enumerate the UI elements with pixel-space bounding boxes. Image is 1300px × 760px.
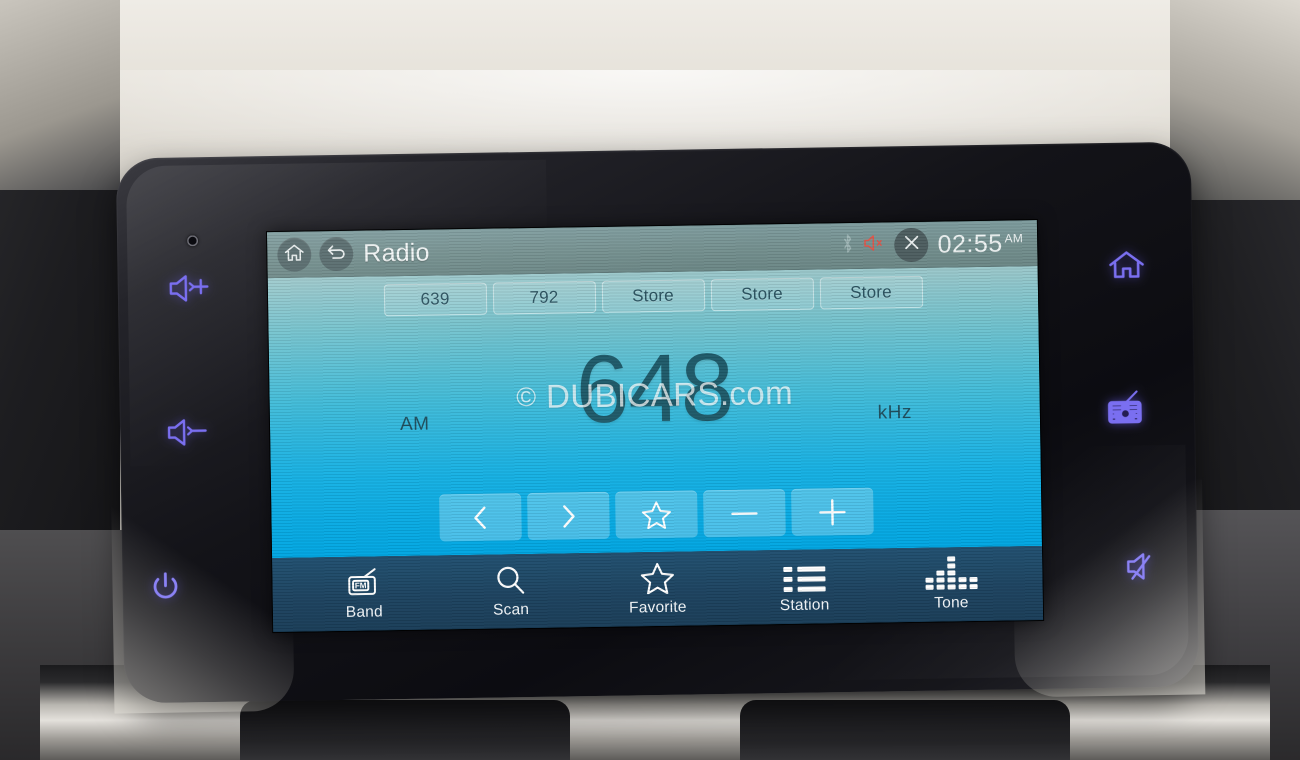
home-icon: [283, 242, 305, 267]
seek-next-button[interactable]: [527, 491, 610, 541]
home-icon: [1106, 247, 1147, 282]
power-icon: [148, 569, 183, 604]
nav-item-band[interactable]: FM Band: [306, 565, 422, 622]
preset-button[interactable]: Store: [601, 279, 705, 313]
search-icon: [494, 564, 526, 596]
band-label: AM: [399, 413, 430, 436]
preset-button-row: 639 792 Store Store Store: [268, 274, 1038, 318]
hardware-volume-up-button[interactable]: [157, 265, 228, 312]
ambient-light-sensor: [187, 235, 199, 247]
nav-item-station[interactable]: Station: [746, 558, 862, 615]
bluetooth-icon: [841, 233, 854, 259]
lcd-screen[interactable]: Radio 02:55 AM 639 792 Store Store Store…: [266, 220, 1044, 633]
star-icon: [640, 561, 674, 594]
nav-item-tone[interactable]: Tone: [893, 556, 1009, 613]
speaker-mute-icon: [1123, 550, 1166, 585]
frequency-display: 648 AM kHz: [269, 328, 1041, 450]
close-x-icon: [902, 233, 921, 257]
tune-down-button[interactable]: [703, 489, 786, 538]
seek-previous-button[interactable]: [439, 493, 522, 542]
titlebar-back-button[interactable]: [319, 236, 354, 272]
car-interior-scene: Radio 02:55 AM 639 792 Store Store Store…: [0, 0, 1300, 760]
speaker-minus-icon: [165, 416, 217, 449]
preset-button[interactable]: 792: [492, 280, 596, 315]
radio-main-panel: 639 792 Store Store Store 648 AM kHz © D…: [267, 266, 1042, 559]
preset-button[interactable]: Store: [710, 277, 814, 312]
radio-icon: [1104, 388, 1147, 427]
list-icon: [783, 559, 826, 592]
hardware-mute-button[interactable]: [1113, 540, 1176, 595]
nav-item-scan[interactable]: Scan: [453, 563, 569, 620]
chevron-right-icon: [556, 502, 580, 530]
favorite-button[interactable]: [615, 490, 698, 539]
nav-label: Band: [345, 602, 383, 621]
close-button[interactable]: [894, 227, 929, 263]
console-vent-right: [740, 700, 1070, 760]
hardware-radio-button[interactable]: [1094, 380, 1155, 435]
star-icon: [641, 500, 671, 530]
plus-icon: [816, 496, 848, 528]
tune-up-button[interactable]: [791, 487, 874, 536]
speaker-plus-icon: [167, 272, 219, 305]
console-vent-left: [240, 700, 570, 760]
nav-label: Station: [779, 595, 830, 614]
transport-control-row: [271, 485, 1042, 544]
minus-icon: [728, 503, 760, 524]
equalizer-icon: [925, 556, 978, 590]
bottom-navigation-bar: FM Band Scan Favorite Station Tone: [272, 545, 1044, 633]
clock-time: 02:55: [937, 229, 1003, 259]
status-mute-icon: [863, 233, 885, 257]
chevron-left-icon: [468, 503, 492, 531]
status-clock: 02:55 AM: [937, 229, 1023, 259]
nav-label: Scan: [492, 600, 530, 619]
hardware-power-button[interactable]: [136, 557, 195, 616]
hardware-home-button[interactable]: [1096, 238, 1157, 291]
hardware-volume-down-button[interactable]: [156, 409, 227, 456]
titlebar-home-button[interactable]: [277, 237, 312, 272]
preset-button[interactable]: Store: [819, 275, 923, 310]
head-unit: Radio 02:55 AM 639 792 Store Store Store…: [111, 141, 1206, 714]
nav-item-favorite[interactable]: Favorite: [600, 561, 716, 618]
svg-text:FM: FM: [355, 581, 367, 590]
preset-button[interactable]: 639: [383, 282, 487, 317]
back-arrow-icon: [325, 241, 348, 267]
nav-label: Tone: [934, 593, 969, 612]
frequency-unit-label: kHz: [877, 402, 913, 424]
page-title: Radio: [363, 238, 430, 268]
cabin-left-headliner: [0, 0, 120, 190]
nav-label: Favorite: [628, 598, 687, 616]
frequency-value: 648: [575, 333, 734, 444]
clock-meridiem: AM: [1004, 230, 1024, 246]
fm-radio-icon: FM: [346, 566, 382, 599]
status-area: 02:55 AM: [841, 226, 1027, 263]
